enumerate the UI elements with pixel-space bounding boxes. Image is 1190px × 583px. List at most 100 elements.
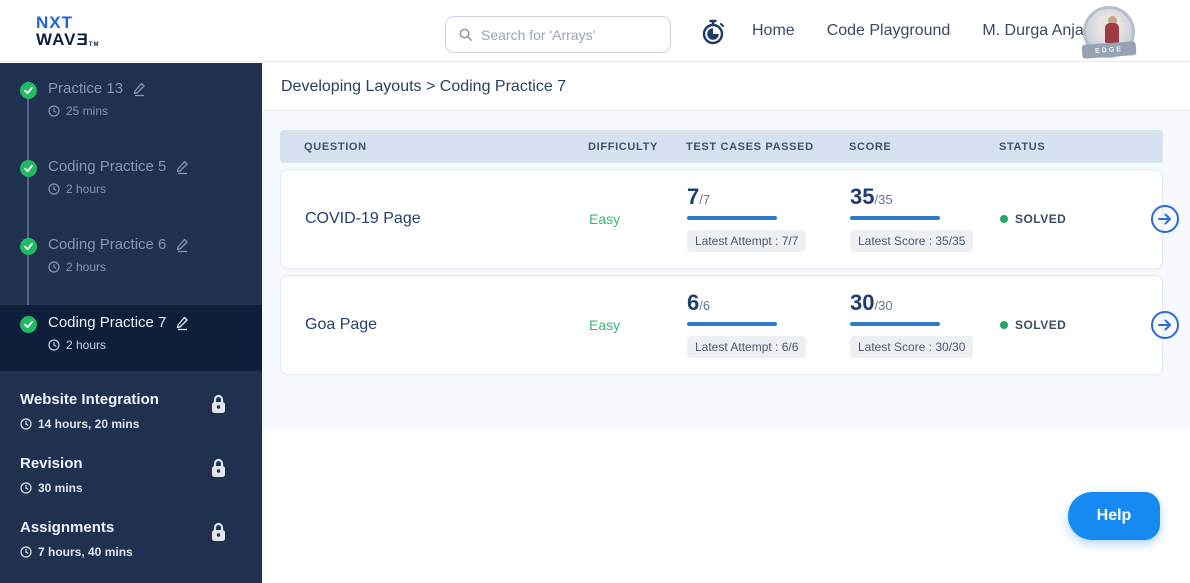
help-button[interactable]: Help [1068,492,1160,540]
clock-icon [20,546,32,558]
question-title[interactable]: COVID-19 Page [305,210,589,228]
latest-score-badge: Latest Score : 35/35 [850,230,974,252]
sidebar-item-duration: 14 hours, 20 mins [38,417,140,431]
table-header: QUESTION DIFFICULTY TEST CASES PASSED SC… [280,130,1163,163]
sidebar-item-label: Website Integration [20,391,159,408]
avatar-photo-body [1105,23,1119,43]
sidebar-item-website-integration[interactable]: Website Integration 14 hours, 20 mins [0,377,262,441]
sidebar-item-label: Coding Practice 5 [48,158,167,175]
col-test-cases: TEST CASES PASSED [686,140,814,153]
stopwatch-icon[interactable] [699,18,727,46]
sidebar-item-assignments[interactable]: Assignments 7 hours, 40 mins [0,505,262,569]
score-total-value: /35 [874,192,893,207]
top-header: NXT WAVƎTM Home Code Playground M. Durga… [0,0,1190,62]
check-circle-icon [20,82,37,99]
search-box[interactable] [445,16,671,53]
nav-username[interactable]: M. Durga Anjali [982,22,1091,40]
sidebar-item-duration: 2 hours [66,338,107,352]
nav-code-playground[interactable]: Code Playground [827,22,951,40]
edit-pencil-icon[interactable] [131,81,147,97]
avatar-badge-label: EDGE [1094,45,1124,55]
difficulty-label: Easy [589,317,621,333]
sidebar-item-label: Coding Practice 6 [48,236,167,253]
clock-icon [48,339,60,351]
col-question: QUESTION [304,140,367,153]
latest-attempt-badge: Latest Attempt : 6/6 [687,336,807,358]
questions-section: QUESTION DIFFICULTY TEST CASES PASSED SC… [262,111,1190,430]
latest-attempt-badge: Latest Attempt : 7/7 [687,230,807,252]
score-value: 30 [850,290,875,315]
lock-icon [212,394,225,413]
edit-pencil-icon[interactable] [174,315,190,331]
sidebar-item-duration: 2 hours [66,260,107,274]
score-total-value: /30 [874,298,893,313]
sidebar-item-duration: 30 mins [38,481,83,495]
sidebar-item-label: Practice 13 [48,80,124,97]
sidebar-item-revision[interactable]: Revision 30 mins [0,441,262,505]
clock-icon [48,261,60,273]
sidebar-item-duration: 2 hours [66,182,107,196]
tests-progress-bar [687,322,777,326]
col-difficulty: DIFFICULTY [588,140,658,153]
sidebar-timeline: Practice 13 25 mins Coding Practice 5 2 … [0,63,262,371]
col-score: SCORE [849,140,892,153]
tests-passed-value: 7 [687,184,700,209]
latest-score-badge: Latest Score : 30/30 [850,336,974,358]
question-title[interactable]: Goa Page [305,316,589,334]
clock-icon [20,418,32,430]
search-input[interactable] [481,26,658,43]
status-badge: SOLVED [1000,318,1150,332]
tests-total-value: /6 [699,298,711,313]
sidebar-item-label: Coding Practice 7 [48,314,167,331]
score-metric: 35/35 Latest Score : 35/35 [850,186,1000,252]
check-circle-icon [20,238,37,255]
breadcrumb[interactable]: Developing Layouts > Coding Practice 7 [281,78,566,96]
header-nav: Home Code Playground M. Durga Anjali [752,0,1091,62]
table-row[interactable]: COVID-19 Page Easy 7/7 Latest Attempt : … [280,169,1179,269]
status-badge: SOLVED [1000,212,1150,226]
clock-icon [48,105,60,117]
tests-total-value: /7 [699,192,711,207]
difficulty-label: Easy [589,211,621,227]
solved-dot-icon [1000,321,1008,329]
main-content: Developing Layouts > Coding Practice 7 Q… [262,63,1190,583]
sidebar-item-mock-tests[interactable]: Mock Tests [0,569,262,583]
status-label: SOLVED [1015,318,1067,332]
score-metric: 30/30 Latest Score : 30/30 [850,292,1000,358]
edit-pencil-icon[interactable] [174,237,190,253]
sidebar-item-practice-13[interactable]: Practice 13 25 mins [0,71,262,149]
breadcrumb-bar: Developing Layouts > Coding Practice 7 [262,63,1190,111]
clock-icon [48,183,60,195]
sidebar-item-coding-practice-6[interactable]: Coding Practice 6 2 hours [0,227,262,305]
table-row[interactable]: Goa Page Easy 6/6 Latest Attempt : 6/6 3… [280,275,1179,375]
check-circle-icon [20,160,37,177]
sidebar-item-duration: 7 hours, 40 mins [38,545,133,559]
tests-progress-bar [687,216,777,220]
tests-passed-value: 6 [687,290,700,315]
check-circle-icon [20,316,37,333]
score-value: 35 [850,184,875,209]
search-icon [459,28,472,41]
logo-tm: TM [88,41,100,48]
test-cases-metric: 6/6 Latest Attempt : 6/6 [687,292,850,358]
lock-icon [212,458,225,477]
score-progress-bar [850,216,940,220]
score-progress-bar [850,322,940,326]
sidebar-item-duration: 25 mins [66,104,109,118]
test-cases-metric: 7/7 Latest Attempt : 7/7 [687,186,850,252]
logo-line2: WAVƎTM [36,29,100,49]
sidebar-item-coding-practice-7[interactable]: Coding Practice 7 2 hours [0,305,262,371]
status-label: SOLVED [1015,212,1067,226]
clock-icon [20,482,32,494]
user-avatar[interactable]: EDGE [1081,6,1137,59]
sidebar-item-coding-practice-5[interactable]: Coding Practice 5 2 hours [0,149,262,227]
open-question-arrow-icon[interactable] [1150,204,1180,234]
sidebar-item-label: Revision [20,455,83,472]
open-question-arrow-icon[interactable] [1150,310,1180,340]
lock-icon [212,522,225,541]
edit-pencil-icon[interactable] [174,159,190,175]
sidebar-item-label: Assignments [20,519,115,536]
nxtwave-logo[interactable]: NXT WAVƎTM [36,14,99,48]
logo-line1: NXT [36,12,73,32]
nav-home[interactable]: Home [752,22,795,40]
